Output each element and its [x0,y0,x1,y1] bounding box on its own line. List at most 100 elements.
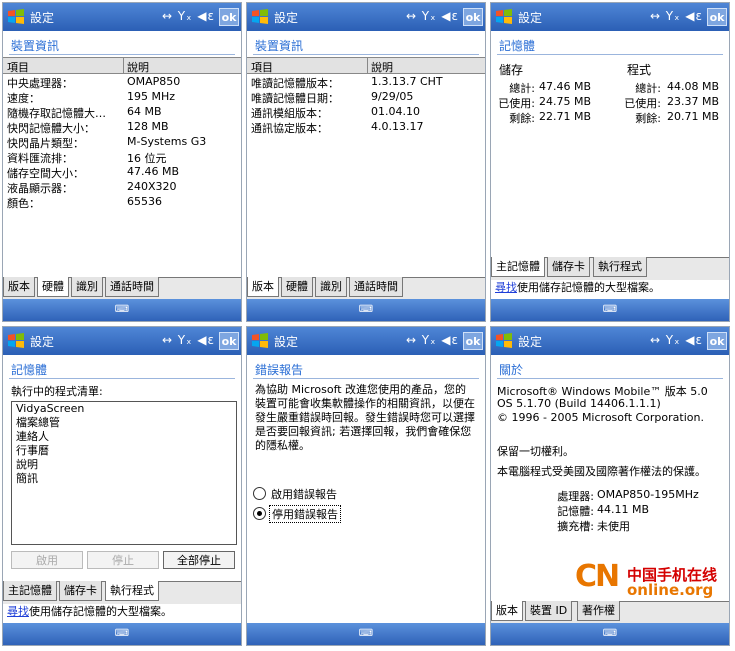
tab-bar: 版本 硬體 識別 通話時間 [3,277,241,300]
tab-bar: 版本 裝置 ID 著作權 [491,601,729,624]
ok-button[interactable]: ok [463,332,483,350]
tab-running-programs[interactable]: 執行程式 [593,257,647,277]
windows-start-icon[interactable] [250,7,270,27]
tab-version[interactable]: 版本 [491,601,523,621]
find-link[interactable]: 尋找 [495,281,517,294]
table-row: 通訊協定版本： 4.0.13.17 [251,120,424,135]
stat-row: 剩餘: 20.71 MB [635,110,720,125]
spec-list: 處理器: OMAP850-195MHz 記憶體: 44.11 MB 擴充槽: 未使用 [491,487,729,533]
list-item[interactable]: 說明 [12,458,236,472]
stat-row: 已使用: 23.37 MB [624,95,720,110]
keyboard-icon[interactable]: ⌨ [601,304,619,316]
panel-memory-running: 設定 ↔ Yₓ ◀ε ok 記憶體 執行中的程式清單: VidyaScreen … [2,326,242,646]
keyboard-icon[interactable]: ⌨ [113,304,131,316]
windows-start-icon[interactable] [6,331,26,351]
keyboard-icon[interactable]: ⌨ [113,628,131,640]
list-item[interactable]: 行事曆 [12,444,236,458]
window-title: 設定 [274,335,299,349]
keyboard-icon[interactable]: ⌨ [357,628,375,640]
windows-start-icon[interactable] [250,331,270,351]
spec-row: 擴充槽: 未使用 [557,520,630,533]
column-header-desc: 說明 [127,61,149,74]
page-subheader: 記憶體 [3,355,241,379]
status-line: 尋找使用儲存記憶體的大型檔案。 [491,277,729,295]
status-icons[interactable]: ↔ Yₓ ◀ε [650,333,703,347]
tab-identity[interactable]: 識別 [71,277,103,297]
keyboard-icon[interactable]: ⌨ [601,628,619,640]
window-title: 設定 [518,11,543,25]
tab-hardware[interactable]: 硬體 [37,277,69,297]
find-link[interactable]: 尋找 [7,605,29,618]
list-item[interactable]: 簡訊 [12,472,236,486]
windows-start-icon[interactable] [494,7,514,27]
watermark-english: online.org [627,581,714,599]
tab-identity[interactable]: 識別 [315,277,347,297]
tab-device-id[interactable]: 裝置 ID [525,601,573,621]
tab-version[interactable]: 版本 [247,277,279,297]
table-header: 項目 說明 [3,57,241,74]
enable-report-label[interactable]: 啟用錯誤報告 [271,486,337,502]
about-law: 本電腦程式受美國及國際著作權法的保護。 [497,465,706,478]
window-title: 設定 [30,335,55,349]
activate-button[interactable]: 啟用 [11,551,83,569]
windows-start-icon[interactable] [6,7,26,27]
title-bar: 設定 ↔ Yₓ ◀ε ok [491,3,729,31]
info-table: 項目 說明 唯讀記憶體版本： 1.3.13.7 CHT 唯讀記憶體日期： 9/29/… [247,57,485,135]
stop-all-button[interactable]: 全部停止 [163,551,235,569]
tab-call-time[interactable]: 通話時間 [349,277,403,297]
menu-bar: ⌨ [247,623,485,645]
site-watermark-logo: CN 中国手机在线 online.org [575,562,725,602]
tab-main-memory[interactable]: 主記憶體 [491,257,545,277]
program-stats: 總計: 44.08 MB 已使用: 23.37 MB 剩餘: 20.71 MB [611,79,729,125]
page-subheader: 關於 [491,355,729,379]
list-item[interactable]: 連絡人 [12,430,236,444]
ok-button[interactable]: ok [707,8,727,26]
title-bar: 設定 ↔ Yₓ ◀ε ok [247,3,485,31]
ok-button[interactable]: ok [707,332,727,350]
disable-report-label[interactable]: 停用錯誤報告 [269,505,341,523]
keyboard-icon[interactable]: ⌨ [357,304,375,316]
menu-bar: ⌨ [3,623,241,645]
window-title: 設定 [518,335,543,349]
ok-button[interactable]: ok [219,8,239,26]
windows-start-icon[interactable] [494,331,514,351]
about-line-build: OS 5.1.70 (Build 14406.1.1.1) [497,397,661,410]
tab-storage-card[interactable]: 儲存卡 [59,581,102,601]
enable-report-radio[interactable] [253,487,266,500]
stat-row: 總計: 47.46 MB [509,80,592,95]
list-item[interactable]: 檔案總管 [12,416,236,430]
table-row: 資料匯流排： 16 位元 [7,152,167,165]
table-row: 速度： 195 MHz [7,90,176,105]
status-icons[interactable]: ↔ Yₓ ◀ε [406,333,459,347]
tab-storage-card[interactable]: 儲存卡 [547,257,590,277]
program-list[interactable]: VidyaScreen 檔案總管 連絡人 行事曆 說明 簡訊 [11,401,237,545]
program-header: 程式 [627,63,652,77]
column-header-item: 項目 [251,61,273,74]
list-item[interactable]: VidyaScreen [12,402,236,416]
stat-row: 已使用: 24.75 MB [498,95,592,110]
tab-copyright[interactable]: 著作權 [577,601,620,621]
status-text: 使用儲存記憶體的大型檔案。 [517,281,660,294]
page-subheader: 裝置資訊 [247,31,485,55]
menu-bar: ⌨ [491,623,729,645]
title-bar: 設定 ↔ Yₓ ◀ε ok [3,3,241,31]
tab-hardware[interactable]: 硬體 [281,277,313,297]
window-title: 設定 [30,11,55,25]
tab-call-time[interactable]: 通話時間 [105,277,159,297]
stop-button[interactable]: 停止 [87,551,159,569]
tab-main-memory[interactable]: 主記憶體 [3,581,57,601]
ok-button[interactable]: ok [219,332,239,350]
stat-row: 剩餘: 22.71 MB [509,110,592,125]
panel-memory-main: 設定 ↔ Yₓ ◀ε ok 記憶體 儲存 程式 總計: 47.46 MB 已使用:… [490,2,730,322]
disable-report-radio[interactable] [253,507,266,520]
table-row: 顏色： 65536 [7,195,162,210]
status-icons[interactable]: ↔ Yₓ ◀ε [162,9,215,23]
status-icons[interactable]: ↔ Yₓ ◀ε [650,9,703,23]
tab-running-programs[interactable]: 執行程式 [105,581,159,601]
status-icons[interactable]: ↔ Yₓ ◀ε [162,333,215,347]
ok-button[interactable]: ok [463,8,483,26]
panel-device-info-hardware: 設定 ↔ Yₓ ◀ε ok 裝置資訊 項目 說明 中央處理器： OMAP850 速… [2,2,242,322]
status-icons[interactable]: ↔ Yₓ ◀ε [406,9,459,23]
page-subheader: 錯誤報告 [247,355,485,379]
tab-version[interactable]: 版本 [3,277,35,297]
